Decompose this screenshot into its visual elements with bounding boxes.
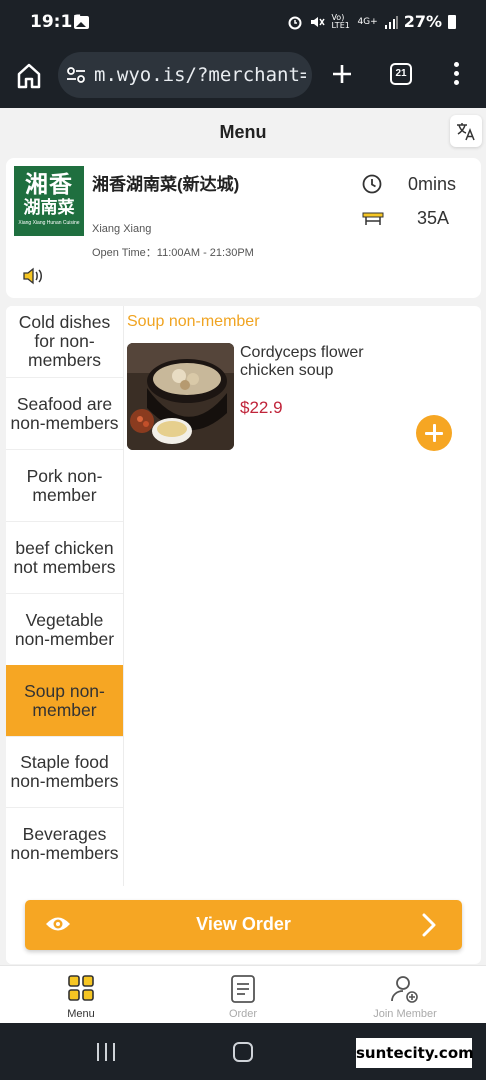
clock-icon [362,174,382,194]
category-label: beef chicken not members [13,537,116,577]
category-item-pork[interactable]: Pork non-member [6,450,123,522]
nav-label-menu: Menu [67,1008,95,1020]
system-nav-bar: suntecity.com [0,1023,486,1080]
mute-icon [311,16,326,27]
chevron-right-icon [422,913,436,937]
section-title: Soup non-member [127,313,260,330]
category-label: Beverages non-members [10,824,119,863]
view-order-button[interactable]: View Order [25,900,462,950]
page-title: Menu [219,122,267,142]
category-label: Soup non-member [24,680,105,720]
divider [123,306,124,886]
category-item-beef-chicken[interactable]: beef chicken not members [6,522,123,594]
nav-item-order[interactable]: Order [162,966,324,1024]
category-item-seafood[interactable]: Seafood are non-members [6,378,123,450]
tab-switcher-button[interactable]: 21 [390,63,412,85]
merchant-logo: 湘香 湖南菜 Xiang Xiang Hunan Cuisine [14,166,84,236]
app-header: Menu [0,108,486,158]
translate-icon [457,123,475,141]
status-bar: 19:11 Vo) LTE1 4G+ 27% [0,0,486,46]
signal-icon [384,15,398,29]
add-to-cart-button[interactable] [416,415,452,451]
alarm-icon [288,16,302,29]
category-list: Cold dishes for non-members Seafood are … [6,306,123,964]
system-home-icon[interactable] [233,1042,253,1062]
watermark: suntecity.com [356,1038,474,1068]
translate-button[interactable] [450,115,482,147]
nav-item-menu[interactable]: Menu [0,966,162,1024]
document-icon [231,975,255,1003]
speaker-icon[interactable] [22,266,44,286]
user-add-icon [391,976,418,1003]
address-bar[interactable]: m.wyo.is/?merchant=7b [58,52,312,98]
battery-percent: 27% [403,12,442,31]
home-icon[interactable] [16,62,42,90]
category-label: Vegetable non-member [14,609,115,649]
logo-line2: 湖南菜 [23,198,75,218]
new-tab-icon[interactable] [330,62,354,86]
more-options-icon[interactable] [454,62,460,86]
volte-label: Vo) LTE1 [331,12,350,30]
photo-notification-icon [74,16,89,29]
category-item-staple-food[interactable]: Staple food non-members [6,736,123,808]
wait-time: 0mins [408,174,457,194]
table-number: 35A [417,208,450,228]
url-text: m.wyo.is/?merchant=7b [94,64,306,86]
table-icon [362,212,384,225]
browser-toolbar: m.wyo.is/?merchant=7b 21 [0,46,486,108]
view-order-label: View Order [196,914,291,934]
battery-icon [448,14,456,29]
category-label: Seafood are non-members [10,393,119,433]
logo-line3: Xiang Xiang Hunan Cuisine [18,220,80,226]
product-price: $22.9 [240,398,283,417]
network-label: 4G+ [357,16,378,27]
open-time: Open Time：11:00AM - 21:30PM [92,247,254,259]
category-label: Cold dishes for non-members [18,312,111,370]
nav-item-join-member[interactable]: Join Member [324,966,486,1024]
category-label: Staple food non-members [10,751,119,791]
product-name[interactable]: Cordyceps flower chicken soup [240,344,400,380]
soup-photo [127,343,234,450]
menu-body: Cold dishes for non-members Seafood are … [6,306,481,964]
category-item-vegetable[interactable]: Vegetable non-member [6,594,123,666]
grid-icon [68,975,94,1001]
site-settings-icon[interactable] [66,66,86,84]
category-item-soup[interactable]: Soup non-member [6,665,123,737]
nav-label-join-member: Join Member [373,1008,437,1020]
logo-line1: 湘香 [25,171,73,198]
nav-label-order: Order [228,1008,258,1020]
category-item-beverages[interactable]: Beverages non-members [6,808,123,880]
merchant-subname: Xiang Xiang [92,223,152,235]
category-item-cold-dishes[interactable]: Cold dishes for non-members [6,306,123,378]
merchant-card: 湘香 湖南菜 Xiang Xiang Hunan Cuisine 湘香湖南菜(新… [6,158,481,298]
category-label: Pork non-member [26,465,103,505]
status-icons: Vo) LTE1 4G+ 27% [287,12,456,31]
product-image[interactable] [127,343,234,450]
merchant-name: 湘香湖南菜(新达城) [92,175,240,194]
bottom-nav: Menu Order Join Member [0,965,486,1023]
recents-icon[interactable] [97,1043,117,1061]
